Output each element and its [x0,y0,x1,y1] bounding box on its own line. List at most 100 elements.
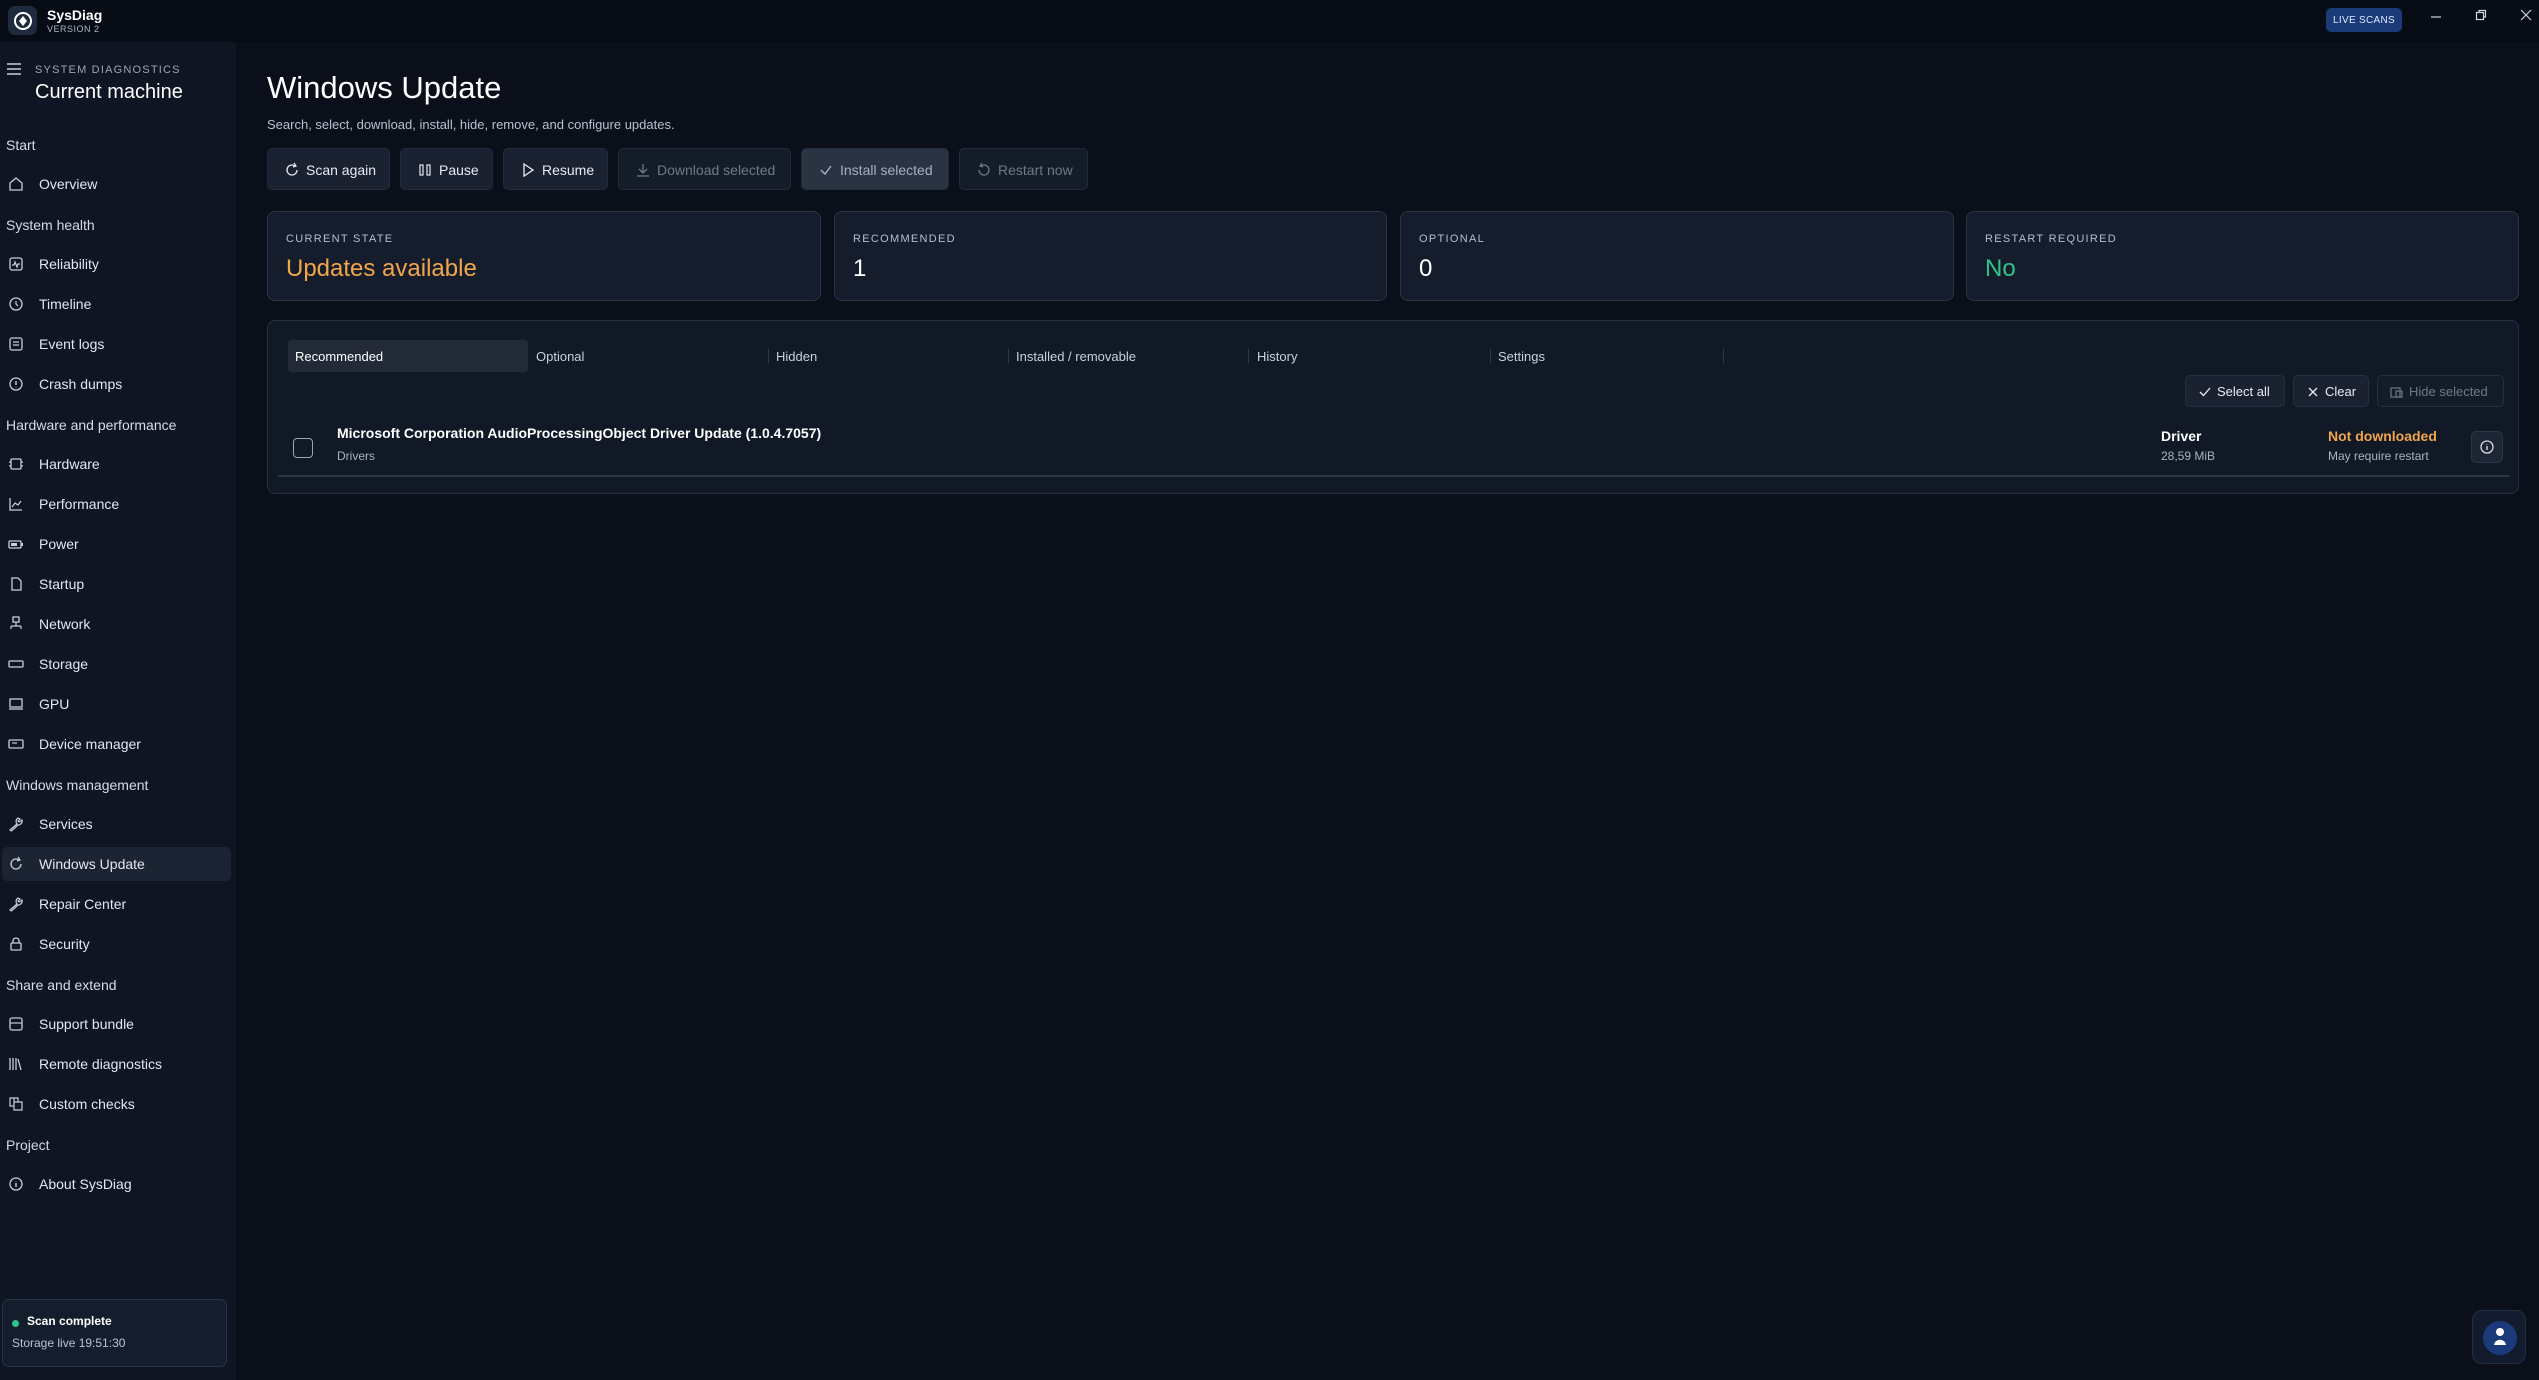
library-icon [9,1058,22,1071]
info-icon [9,1177,23,1191]
minimize-icon [2431,16,2441,18]
history-icon [9,297,23,311]
title-bar: SysDiag VERSION 2 LIVE SCANS [0,0,2539,42]
select-all-button[interactable]: Select all [2185,375,2285,407]
sidebar-item-reliability[interactable]: Reliability [2,247,231,281]
close-icon [2520,9,2532,21]
assistant-button[interactable] [2472,1310,2526,1364]
sidebar-item-windows-update[interactable]: Windows Update [2,847,231,881]
button-label: Download selected [657,162,776,178]
lock-icon [10,937,22,951]
sidebar-item-label: Repair Center [39,896,127,912]
network-icon [10,616,22,629]
card-caption: RECOMMENDED [853,233,956,245]
sidebar-item-gpu[interactable]: GPU [2,687,231,721]
update-row[interactable]: Microsoft Corporation AudioProcessingObj… [278,417,2510,477]
sidebar-item-storage[interactable]: Storage [2,647,231,681]
log-icon [9,337,23,351]
menu-toggle-button[interactable] [6,62,22,81]
sidebar-item-support-bundle[interactable]: Support bundle [2,1007,231,1041]
sidebar-item-overview[interactable]: Overview [2,167,231,201]
card-caption: CURRENT STATE [286,233,394,245]
sidebar-item-power[interactable]: Power [2,527,231,561]
check-icon [820,165,832,176]
sidebar-item-device-manager[interactable]: Device manager [2,727,231,761]
sidebar-item-performance[interactable]: Performance [2,487,231,521]
device-icon [8,739,24,749]
drive-icon [8,660,24,668]
tab-divider [1248,349,1249,363]
logo-icon [13,11,32,30]
tab-history[interactable]: History [1250,340,1490,372]
sidebar-item-timeline[interactable]: Timeline [2,287,231,321]
button-label: Resume [542,162,595,178]
button-label: Pause [439,162,479,178]
sidebar-overline: SYSTEM DIAGNOSTICS [35,64,181,76]
card-caption: OPTIONAL [1419,233,1486,245]
update-checkbox[interactable] [293,438,313,458]
page-title: Windows Update [267,70,502,105]
sidebar-item-about[interactable]: About SysDiag [2,1167,231,1201]
sidebar-item-services[interactable]: Services [2,807,231,841]
tab-hidden[interactable]: Hidden [769,340,1009,372]
tab-settings[interactable]: Settings [1491,340,1731,372]
sidebar-item-label: Startup [39,576,85,592]
card-current-state: CURRENT STATE Updates available [267,211,821,301]
sidebar-item-label: Remote diagnostics [39,1056,162,1072]
updates-panel: Recommended Optional Hidden Installed / … [267,320,2519,494]
sidebar-item-crash-dumps[interactable]: Crash dumps [2,367,231,401]
download-icon [637,164,649,177]
app-version: VERSION 2 [47,24,100,34]
check-icon [2199,387,2211,397]
status-detail: Storage live 19:51:30 [12,1336,126,1350]
tab-installed-removable[interactable]: Installed / removable [1009,340,1249,372]
scan-again-button[interactable]: Scan again [267,148,390,190]
tab-recommended[interactable]: Recommended [288,340,528,372]
status-dot [12,1320,19,1327]
wrench-icon [9,897,23,912]
sidebar-item-hardware[interactable]: Hardware [2,447,231,481]
update-info-button[interactable] [2471,431,2503,463]
sidebar-item-custom-checks[interactable]: Custom checks [2,1087,231,1121]
close-icon [2308,387,2318,397]
card-recommended: RECOMMENDED 1 [834,211,1387,301]
sidebar-item-label: Overview [39,176,98,192]
sidebar-item-label: Windows Update [39,856,145,872]
restart-now-button[interactable]: Restart now [959,148,1088,190]
button-label: Select all [2217,384,2270,399]
install-selected-button[interactable]: Install selected [801,148,949,190]
card-restart-required: RESTART REQUIRED No [1966,211,2519,301]
wrench-icon [9,817,23,832]
package-icon [9,1017,23,1031]
close-button[interactable] [2511,4,2539,26]
clear-button[interactable]: Clear [2293,375,2369,407]
sidebar-item-security[interactable]: Security [2,927,231,961]
live-scans-badge[interactable]: LIVE SCANS [2326,8,2402,32]
card-value: No [1985,255,2016,282]
sidebar-item-startup[interactable]: Startup [2,567,231,601]
card-value: 1 [853,255,867,282]
tab-optional[interactable]: Optional [529,340,769,372]
scan-status-card: Scan complete Storage live 19:51:30 [2,1299,227,1367]
sidebar-item-event-logs[interactable]: Event logs [2,327,231,361]
maximize-button[interactable] [2466,4,2496,26]
pause-button[interactable]: Pause [400,148,493,190]
status-title: Scan complete [27,1314,112,1328]
hide-selected-button[interactable]: Hide selected [2377,375,2504,407]
sidebar-item-label: Performance [39,496,120,512]
section-system-health: System health [6,217,95,233]
update-note: May require restart [2328,449,2429,463]
play-icon [523,162,535,178]
update-status: Not downloaded [2328,428,2437,444]
app-logo [8,6,37,35]
sidebar-item-repair-center[interactable]: Repair Center [2,887,231,921]
minimize-button[interactable] [2421,4,2451,26]
download-selected-button[interactable]: Download selected [618,148,791,190]
sidebar-item-label: Power [39,536,79,552]
refresh-icon [286,162,298,176]
resume-button[interactable]: Resume [503,148,608,190]
pause-icon [419,164,431,176]
restart-icon [978,162,990,176]
sidebar-item-remote-diagnostics[interactable]: Remote diagnostics [2,1047,231,1081]
sidebar-item-network[interactable]: Network [2,607,231,641]
